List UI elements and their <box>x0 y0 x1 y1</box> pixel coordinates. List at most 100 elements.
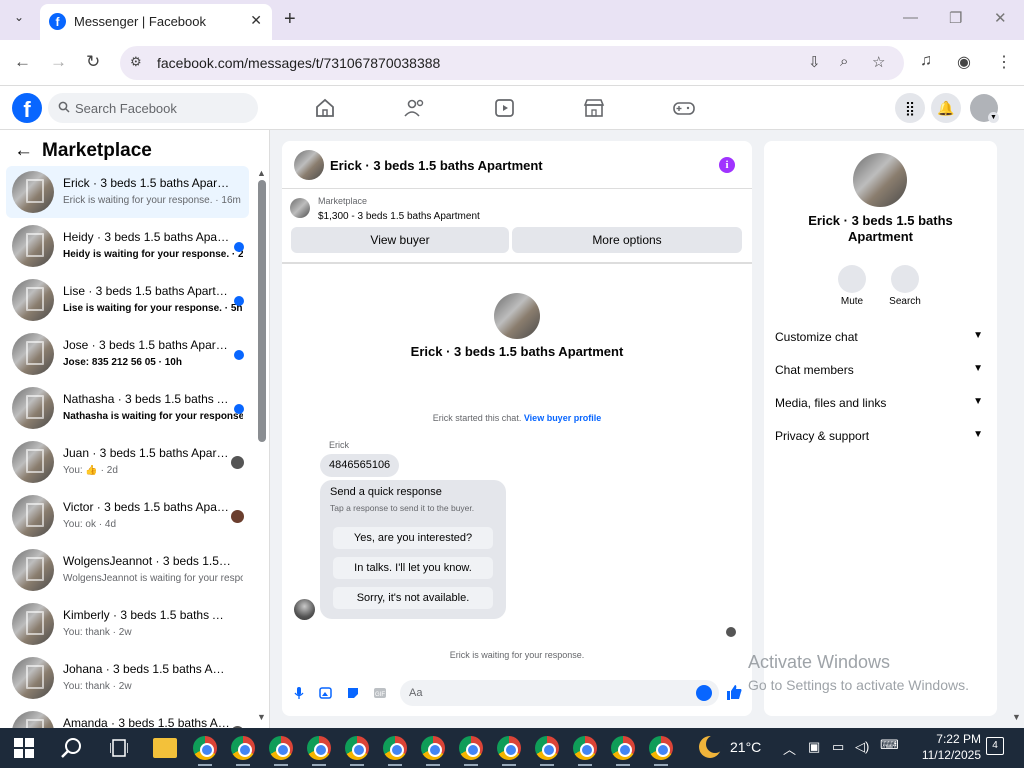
mute-label[interactable]: Mute <box>822 296 882 307</box>
chat-list-item[interactable]: Heidy · 3 beds 1.5 baths Apartment Heidy … <box>6 220 249 272</box>
friends-icon[interactable] <box>402 96 428 120</box>
sticker-icon[interactable] <box>346 686 360 700</box>
message-composer[interactable] <box>400 680 719 706</box>
chat-list-item[interactable]: WolgensJeannot · 3 beds 1.5 baths Apartm… <box>6 544 249 596</box>
chat-list-item[interactable]: Juan · 3 beds 1.5 baths Apartment You: 👍 … <box>6 436 249 488</box>
facebook-search[interactable] <box>48 93 258 123</box>
thumbs-up-icon[interactable] <box>726 684 743 701</box>
back-arrow-icon[interactable]: ← <box>14 52 31 72</box>
minimize-icon[interactable]: — <box>903 9 918 26</box>
chat-list-item[interactable]: Victor · 3 beds 1.5 baths Apartment You: … <box>6 490 249 542</box>
windows-start-icon[interactable] <box>14 738 34 758</box>
view-buyer-button[interactable]: View buyer <box>291 227 509 253</box>
quick-response-option[interactable]: Yes, are you interested? <box>333 527 493 549</box>
menu-grid-icon[interactable]: ⣿ <box>895 93 925 123</box>
chat-list-item[interactable]: Amanda · 3 beds 1.5 baths Apartment <box>6 706 249 728</box>
chrome-window-icon[interactable] <box>383 736 407 760</box>
search-icon[interactable] <box>891 265 919 293</box>
photo-icon[interactable] <box>319 686 333 700</box>
chrome-window-icon[interactable] <box>611 736 635 760</box>
temperature[interactable]: 21°C <box>730 739 761 755</box>
address-bar[interactable]: ⚙ facebook.com/messages/t/73106787003838… <box>120 46 904 80</box>
chat-list-item[interactable]: Erick · 3 beds 1.5 baths Apartment Erick … <box>6 166 249 218</box>
listing-thumbnail[interactable] <box>294 150 324 180</box>
media-files-links-row[interactable]: Media, files and links ▼ <box>775 392 987 414</box>
new-tab-plus-icon[interactable]: + <box>284 8 296 31</box>
zoom-icon[interactable]: ⌕ <box>840 53 848 70</box>
chrome-window-icon[interactable] <box>535 736 559 760</box>
chrome-window-icon[interactable] <box>345 736 369 760</box>
browser-tab-messenger[interactable]: f Messenger | Facebook ✕ <box>40 4 272 40</box>
mute-bell-icon[interactable] <box>838 265 866 293</box>
facebook-logo-icon[interactable]: f <box>12 93 42 123</box>
taskbar-search-icon[interactable] <box>60 736 84 760</box>
more-options-button[interactable]: More options <box>512 227 742 253</box>
message-bubble[interactable]: 4846565106 <box>320 454 400 477</box>
chrome-window-icon[interactable] <box>573 736 597 760</box>
gif-icon[interactable]: GIF <box>373 686 387 700</box>
chat-list-item[interactable]: Nathasha · 3 beds 1.5 baths Apartment Nat… <box>6 382 249 434</box>
message-input[interactable] <box>409 680 689 706</box>
media-control-icon[interactable]: ♫ <box>920 52 932 70</box>
notification-center-icon[interactable]: 4 <box>986 737 1004 755</box>
quick-response-option[interactable]: Sorry, it's not available. <box>333 587 493 609</box>
chat-title[interactable]: Erick · 3 beds 1.5 baths Apartment <box>330 158 543 173</box>
tab-search-chevron-icon[interactable]: ⌄ <box>8 10 30 30</box>
profile-icon[interactable]: ◉ <box>957 52 971 72</box>
chrome-window-icon[interactable] <box>193 736 217 760</box>
chat-name: Amanda · 3 beds 1.5 baths Apartment <box>63 716 231 728</box>
chat-list-item[interactable]: Kimberly · 3 beds 1.5 baths Apartment You… <box>6 598 249 650</box>
reload-icon[interactable]: ↻ <box>86 52 100 72</box>
network-icon[interactable]: ▭ <box>832 739 844 755</box>
view-buyer-profile-link[interactable]: View buyer profile <box>524 413 601 423</box>
chrome-window-icon[interactable] <box>649 736 673 760</box>
search-input[interactable] <box>75 93 250 123</box>
clock[interactable]: 7:22 PM 11/12/2025 <box>881 731 981 763</box>
scroll-down-icon[interactable]: ▼ <box>257 712 266 722</box>
scrollbar-thumb[interactable] <box>258 180 266 442</box>
site-info-icon[interactable]: ⚙ <box>130 54 142 70</box>
chat-list-item[interactable]: Lise · 3 beds 1.5 baths Apartment Lise is… <box>6 274 249 326</box>
scroll-up-icon[interactable]: ▲ <box>257 168 266 178</box>
tab-close-icon[interactable]: ✕ <box>250 12 262 29</box>
bookmark-star-icon[interactable]: ☆ <box>872 53 885 71</box>
listing-title[interactable]: $1,300 - 3 beds 1.5 baths Apartment <box>318 211 480 222</box>
tray-chevron-up-icon[interactable]: ︿ <box>783 739 796 758</box>
customize-chat-row[interactable]: Customize chat ▼ <box>775 326 987 348</box>
video-icon[interactable] <box>492 96 518 120</box>
sender-avatar[interactable] <box>294 599 315 620</box>
chrome-window-icon[interactable] <box>421 736 445 760</box>
gaming-icon[interactable] <box>671 96 697 120</box>
privacy-support-row[interactable]: Privacy & support ▼ <box>775 425 987 447</box>
quick-response-option[interactable]: In talks. I'll let you know. <box>333 557 493 579</box>
chrome-window-icon[interactable] <box>459 736 483 760</box>
back-arrow-icon[interactable]: ← <box>14 140 33 162</box>
chat-list-item[interactable]: Jose · 3 beds 1.5 baths Apartment Jose: 8… <box>6 328 249 380</box>
meet-now-icon[interactable]: ▣ <box>808 739 820 755</box>
restore-icon[interactable]: ❐ <box>949 9 962 27</box>
info-icon[interactable]: i <box>719 157 735 173</box>
account-chevron-icon[interactable]: ▼ <box>988 112 999 123</box>
volume-icon[interactable]: ◁) <box>855 739 869 755</box>
close-window-icon[interactable]: ✕ <box>994 9 1007 27</box>
task-view-icon[interactable] <box>110 739 128 757</box>
notifications-bell-icon[interactable]: 🔔 <box>931 93 961 123</box>
chat-members-row[interactable]: Chat members ▼ <box>775 359 987 381</box>
page-scroll-down-icon[interactable]: ▼ <box>1012 712 1021 722</box>
chat-list-item[interactable]: Johana · 3 beds 1.5 baths Apartment You: … <box>6 652 249 704</box>
marketplace-icon[interactable] <box>581 96 607 120</box>
microphone-icon[interactable] <box>292 686 306 700</box>
active-browser-window-icon[interactable] <box>307 736 331 760</box>
emoji-icon[interactable] <box>696 685 712 701</box>
search-label[interactable]: Search <box>875 296 935 307</box>
url-text[interactable]: facebook.com/messages/t/731067870038388 <box>157 55 440 71</box>
chrome-window-icon[interactable] <box>231 736 255 760</box>
browser-menu-icon[interactable]: ⋮ <box>996 52 1012 72</box>
forward-arrow-icon[interactable]: → <box>50 52 67 72</box>
moon-weather-icon[interactable] <box>699 735 724 758</box>
home-icon[interactable] <box>312 96 338 120</box>
install-app-icon[interactable]: ⇩ <box>808 53 821 71</box>
file-explorer-icon[interactable] <box>153 738 177 758</box>
chrome-window-icon[interactable] <box>497 736 521 760</box>
chrome-window-icon[interactable] <box>269 736 293 760</box>
